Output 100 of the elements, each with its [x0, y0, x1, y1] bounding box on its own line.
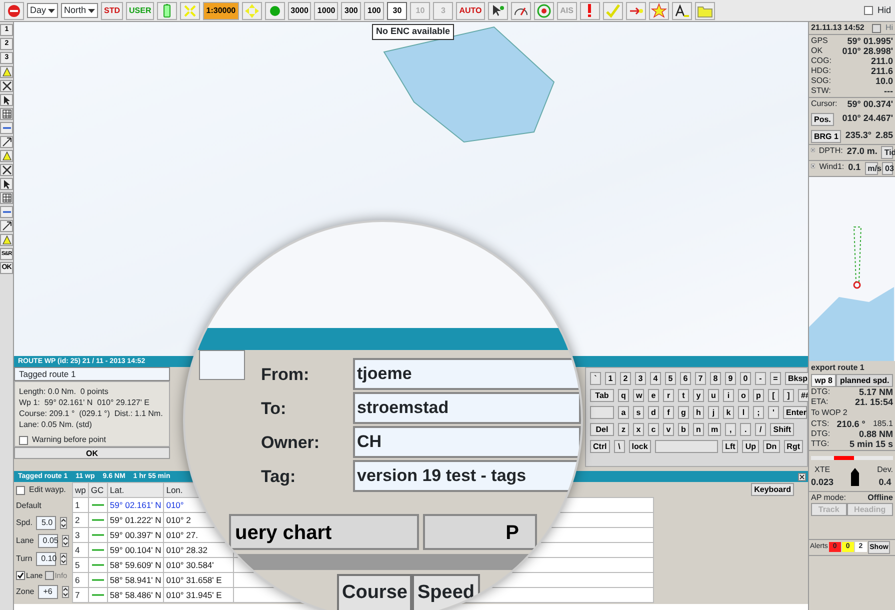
key[interactable]: 8 [710, 372, 721, 385]
key[interactable]: x [633, 423, 644, 436]
key[interactable]: e [648, 389, 659, 402]
text-field[interactable]: CH [353, 426, 581, 458]
spin-field[interactable]: 5.0 [36, 516, 56, 530]
spin-arrows-icon[interactable] [60, 553, 68, 565]
tool-button[interactable] [0, 108, 13, 120]
text-field[interactable]: stroemstad [353, 392, 581, 424]
key[interactable]: , [725, 423, 736, 436]
tool-button[interactable] [0, 220, 13, 232]
scale-button[interactable]: 1000 [314, 2, 338, 20]
toolbar-button[interactable]: AUTO [456, 2, 485, 20]
key[interactable]: 9 [725, 372, 736, 385]
key[interactable]: o [738, 389, 749, 402]
tool-button[interactable] [0, 80, 13, 92]
key[interactable]: Del [590, 423, 614, 436]
key[interactable]: 6 [680, 372, 691, 385]
dropdown-icon[interactable] [811, 146, 815, 154]
key[interactable]: 4 [650, 372, 661, 385]
dropdown[interactable]: Day [27, 3, 58, 18]
key[interactable]: Enter [783, 406, 807, 419]
text-field[interactable] [199, 350, 245, 380]
key[interactable]: g [678, 406, 689, 419]
key[interactable]: 2 [620, 372, 631, 385]
toolbar-button[interactable]: STD [101, 2, 124, 20]
keyboard-button[interactable]: Keyboard [751, 483, 794, 496]
key[interactable]: lock [628, 440, 651, 453]
key[interactable]: 1 [605, 372, 616, 385]
text-field[interactable]: tjoeme [353, 358, 581, 390]
tool-button[interactable] [0, 136, 13, 148]
key[interactable]: t [678, 389, 689, 402]
key[interactable]: f [663, 406, 674, 419]
key[interactable]: - [755, 372, 766, 385]
bearing-button[interactable]: BRG 1 [811, 130, 842, 143]
ok-button[interactable]: OK [14, 447, 170, 459]
key[interactable]: . [740, 423, 752, 436]
key[interactable]: s [633, 406, 644, 419]
key[interactable]: h [693, 406, 704, 419]
close-icon[interactable] [798, 472, 806, 480]
key[interactable]: q [618, 389, 629, 402]
key[interactable]: b [678, 423, 689, 436]
tool-button[interactable] [0, 66, 13, 78]
spin-arrows-icon[interactable] [62, 586, 70, 598]
scale-button[interactable]: 100 [364, 2, 384, 20]
position-button[interactable]: Pos. [811, 113, 834, 126]
key[interactable]: ` [590, 372, 601, 385]
key[interactable]: = [770, 372, 781, 385]
spin-field[interactable]: 0.05 [38, 534, 58, 548]
key[interactable]: d [648, 406, 659, 419]
key[interactable]: Bksp [785, 372, 809, 385]
toolbar-button[interactable] [510, 2, 531, 20]
key[interactable]: ' [768, 406, 779, 419]
key[interactable]: r [663, 389, 674, 402]
key[interactable]: Tab [590, 389, 614, 402]
spin-field[interactable]: +6 [38, 585, 58, 600]
toolbar-button[interactable] [672, 2, 692, 20]
key[interactable]: 5 [665, 372, 676, 385]
key[interactable]: i [723, 389, 734, 402]
spin-field[interactable]: 0.10 [36, 552, 56, 566]
key[interactable]: l [738, 406, 749, 419]
key[interactable]: j [708, 406, 719, 419]
tool-button[interactable] [0, 178, 13, 190]
route-name-field[interactable]: Tagged route 1 [14, 367, 170, 381]
key[interactable]: Ctrl [590, 440, 610, 453]
query-chart-button[interactable]: uery chart [229, 514, 419, 550]
key[interactable]: ; [753, 406, 764, 419]
key[interactable]: Dn [763, 440, 780, 453]
key[interactable]: p [753, 389, 764, 402]
tool-button[interactable] [0, 234, 13, 246]
action-button[interactable]: P [423, 514, 537, 550]
key[interactable]: m [708, 423, 722, 436]
key[interactable]: w [633, 389, 644, 402]
key[interactable]: Up [742, 440, 759, 453]
tool-button[interactable] [0, 150, 13, 162]
key[interactable]: y [693, 389, 704, 402]
key[interactable]: c [648, 423, 659, 436]
key[interactable]: Rgt [784, 440, 803, 453]
dropdown-icon[interactable] [811, 162, 816, 170]
dropdown[interactable]: North [61, 3, 98, 18]
key[interactable]: / [755, 423, 766, 436]
key[interactable]: u [708, 389, 719, 402]
key[interactable]: n [693, 423, 704, 436]
route-tab[interactable]: wp 8 [811, 374, 836, 387]
spin-arrows-icon[interactable] [62, 535, 69, 547]
key[interactable]: 7 [695, 372, 706, 385]
scale-button[interactable]: 30 [387, 2, 408, 20]
toolbar-button[interactable] [488, 2, 508, 20]
key[interactable]: v [663, 423, 674, 436]
tool-button[interactable] [0, 164, 13, 176]
scale-button[interactable]: 300 [341, 2, 362, 20]
key[interactable]: Lft [722, 440, 738, 453]
key[interactable]: 0 [740, 372, 751, 385]
tool-button[interactable] [0, 192, 13, 204]
key[interactable]: k [723, 406, 734, 419]
key[interactable]: [ [768, 389, 779, 402]
spin-arrows-icon[interactable] [60, 517, 68, 529]
key[interactable]: Shift [770, 423, 794, 436]
tool-button[interactable] [0, 94, 13, 106]
scale-ratio-button[interactable]: 1:30000 [203, 2, 239, 20]
key[interactable]: ] [783, 389, 794, 402]
